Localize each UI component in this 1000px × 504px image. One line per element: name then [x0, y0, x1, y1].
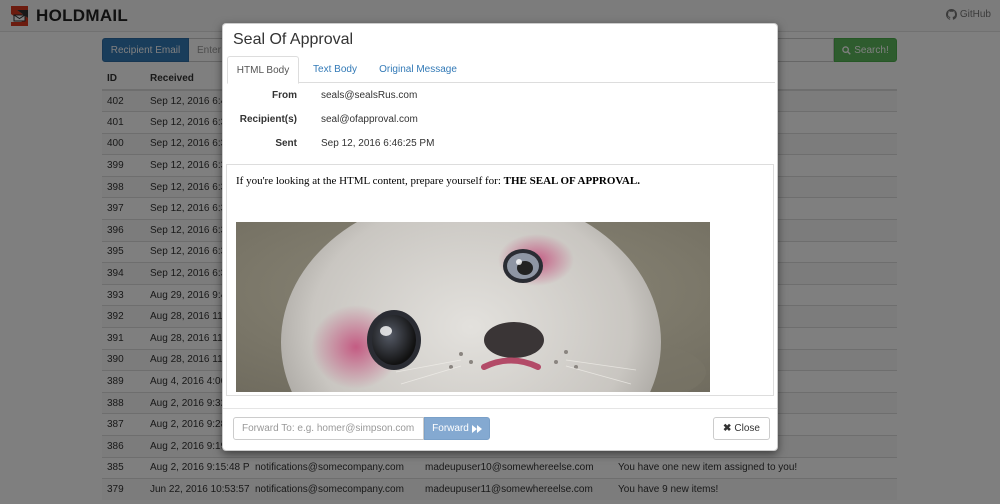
recipients-value: seal@ofapproval.com — [321, 114, 418, 125]
from-label: From — [272, 90, 297, 101]
tab-original-message[interactable]: Original Message — [373, 56, 463, 83]
seal-image — [236, 222, 710, 392]
forward-button-label: Forward — [432, 423, 469, 434]
forward-email-input[interactable]: Forward To: e.g. homer@simpson.com — [233, 417, 424, 440]
close-icon: ✖ — [723, 423, 732, 434]
body-intro-text: If you're looking at the HTML content, p… — [236, 175, 504, 187]
body-bold-text: THE SEAL OF APPROVAL. — [503, 175, 640, 187]
from-value: seals@sealsRus.com — [321, 90, 418, 101]
close-button[interactable]: ✖ Close — [713, 417, 770, 440]
message-tabs: HTML Body Text Body Original Message — [227, 56, 775, 84]
tab-text-body[interactable]: Text Body — [305, 56, 365, 83]
forward-button[interactable]: Forward — [424, 417, 490, 440]
sent-label: Sent — [275, 138, 297, 149]
modal-footer-divider — [223, 408, 777, 409]
modal-title: Seal Of Approval — [233, 31, 354, 48]
body-text: If you're looking at the HTML content, p… — [236, 175, 640, 187]
close-button-label: Close — [734, 423, 760, 434]
fast-forward-icon — [471, 424, 482, 433]
message-modal: Seal Of Approval HTML Body Text Body Ori… — [222, 23, 778, 451]
html-body-panel: If you're looking at the HTML content, p… — [226, 164, 774, 396]
sent-value: Sep 12, 2016 6:46:25 PM — [321, 138, 435, 149]
recipients-label: Recipient(s) — [239, 114, 297, 125]
tab-html-body[interactable]: HTML Body — [227, 56, 299, 84]
